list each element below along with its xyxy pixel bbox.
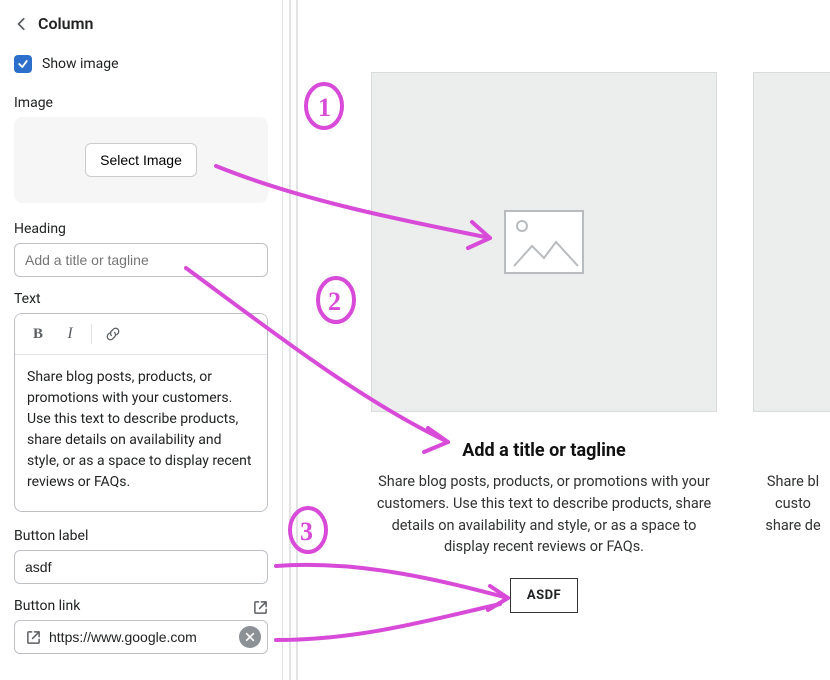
- preview-text-2: Share bl custo share de: [753, 471, 830, 536]
- show-image-label: Show image: [42, 56, 119, 72]
- preview-button[interactable]: ASDF: [510, 578, 578, 613]
- preview-heading: Add a title or tagline: [371, 440, 717, 461]
- heading-input[interactable]: [14, 243, 268, 277]
- preview-column-2: . Share bl custo share de: [753, 72, 830, 613]
- button-label-input[interactable]: [14, 550, 268, 584]
- image-placeholder: [753, 72, 830, 412]
- toolbar-separator: [91, 324, 92, 344]
- settings-panel: Column Show image Image Select Image Hea…: [0, 0, 283, 680]
- button-link-input-wrap: [14, 620, 268, 654]
- link-icon[interactable]: [98, 320, 128, 348]
- text-body-input[interactable]: Share blog posts, products, or promotion…: [15, 355, 267, 511]
- bold-icon[interactable]: B: [23, 320, 53, 348]
- image-placeholder: [371, 72, 717, 412]
- panel-title: Column: [38, 14, 93, 33]
- checkbox-checked-icon: [14, 55, 32, 73]
- panel-resize-gutter[interactable]: [283, 0, 307, 680]
- image-label: Image: [14, 95, 268, 111]
- external-link-inline-icon: [21, 630, 45, 645]
- back-icon[interactable]: [14, 16, 30, 32]
- italic-icon[interactable]: I: [55, 320, 85, 348]
- show-image-toggle[interactable]: Show image: [14, 55, 268, 73]
- external-link-icon[interactable]: [253, 600, 268, 619]
- button-label-label: Button label: [14, 528, 268, 544]
- clear-icon[interactable]: [239, 626, 261, 648]
- image-picker: Select Image: [14, 117, 268, 203]
- rte-toolbar: B I: [15, 314, 267, 355]
- text-label: Text: [14, 291, 268, 307]
- preview-text: Share blog posts, products, or promotion…: [371, 471, 717, 558]
- image-placeholder-icon: [504, 210, 584, 274]
- button-link-input[interactable]: [45, 625, 239, 649]
- rich-text-editor: B I Share blog posts, products, or promo…: [14, 313, 268, 512]
- heading-label: Heading: [14, 221, 268, 237]
- select-image-button[interactable]: Select Image: [85, 143, 197, 177]
- preview-column-1: Add a title or tagline Share blog posts,…: [371, 72, 717, 613]
- preview-canvas: Add a title or tagline Share blog posts,…: [307, 0, 830, 680]
- button-link-label: Button link: [14, 598, 80, 614]
